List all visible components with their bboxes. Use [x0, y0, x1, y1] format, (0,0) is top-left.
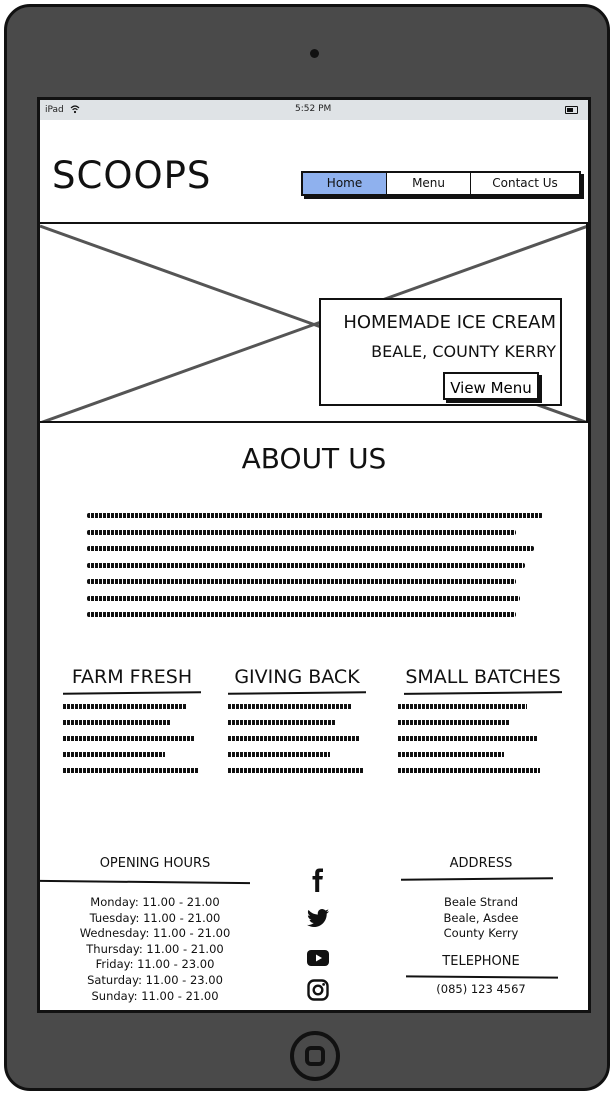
status-device-label: iPad: [45, 105, 64, 115]
hours-tuesday: Tuesday: 11.00 - 21.00: [89, 910, 221, 925]
opening-hours-title: OPENING HOURS: [99, 856, 211, 871]
address-line: County Kerry: [443, 926, 519, 941]
main-nav: Home Menu Contact Us: [301, 171, 581, 196]
nav-item-home[interactable]: Home: [303, 173, 388, 194]
feature-text-placeholder: [228, 704, 366, 773]
youtube-icon[interactable]: [306, 946, 330, 970]
telephone-title: TELEPHONE: [442, 954, 520, 969]
about-title: ABOUT US: [241, 442, 387, 475]
hours-friday: Friday: 11.00 - 23.00: [95, 957, 215, 972]
nav-item-contact-us[interactable]: Contact Us: [471, 173, 579, 194]
opening-hours-list: Monday: 11.00 - 21.00 Tuesday: 11.00 - 2…: [40, 895, 270, 1004]
status-device: iPad: [45, 104, 80, 115]
hero-title: HOMEMADE ICE CREAM: [343, 312, 556, 333]
telephone-number[interactable]: (085) 123 4567: [406, 982, 556, 996]
feature-title: SMALL BATCHES: [405, 666, 561, 688]
facebook-icon[interactable]: [306, 868, 330, 892]
hours-sunday: Sunday: 11.00 - 21.00: [91, 988, 219, 1003]
hours-wednesday: Wednesday: 11.00 - 21.00: [79, 926, 231, 941]
address-title: ADDRESS: [449, 856, 513, 871]
feature-title: FARM FRESH: [71, 666, 193, 688]
camera-dot: [310, 49, 319, 58]
wifi-icon: [70, 105, 80, 114]
status-time: 5:52 PM: [295, 104, 332, 114]
about-text-placeholder: [87, 513, 543, 629]
hero-subtitle: BEALE, COUNTY KERRY: [371, 342, 556, 361]
feature-title: GIVING BACK: [234, 666, 360, 688]
hours-saturday: Saturday: 11.00 - 23.00: [87, 972, 223, 987]
hours-monday: Monday: 11.00 - 21.00: [90, 895, 220, 909]
hero-banner: HOMEMADE ICE CREAM BEALE, COUNTY KERRY V…: [40, 222, 588, 423]
feature-farm-fresh: FARM FRESH: [57, 666, 207, 784]
feature-small-batches: SMALL BATCHES: [398, 666, 568, 784]
opening-hours-divider: [40, 879, 251, 885]
nav-item-menu[interactable]: Menu: [387, 173, 472, 194]
feature-divider: [62, 691, 202, 695]
feature-divider: [403, 691, 563, 695]
telephone-divider: [405, 975, 559, 979]
feature-text-placeholder: [398, 704, 552, 773]
instagram-icon[interactable]: [306, 978, 330, 1002]
view-menu-button[interactable]: View Menu: [443, 372, 539, 400]
status-bar: iPad 5:52 PM: [40, 100, 588, 120]
feature-giving-back: GIVING BACK: [222, 666, 372, 784]
screen: iPad 5:52 PM SCOOPS Home Menu Contact Us…: [37, 97, 591, 1013]
home-button-icon: [305, 1046, 325, 1066]
site-logo[interactable]: SCOOPS: [52, 154, 211, 197]
home-button[interactable]: [290, 1031, 340, 1081]
hours-thursday: Thursday: 11.00 - 21.00: [86, 941, 224, 956]
feature-text-placeholder: [63, 704, 201, 773]
twitter-icon[interactable]: [306, 906, 330, 930]
hero-caption-box: HOMEMADE ICE CREAM BEALE, COUNTY KERRY V…: [319, 298, 562, 406]
feature-divider: [227, 691, 367, 695]
address-line: Beale, Asdee: [443, 910, 519, 925]
address-divider: [400, 877, 554, 881]
tablet-frame: iPad 5:52 PM SCOOPS Home Menu Contact Us…: [4, 4, 610, 1091]
address-block: Beale Strand Beale, Asdee County Kerry: [406, 895, 556, 942]
address-line: Beale Strand: [443, 895, 519, 909]
battery-icon: [565, 106, 578, 114]
